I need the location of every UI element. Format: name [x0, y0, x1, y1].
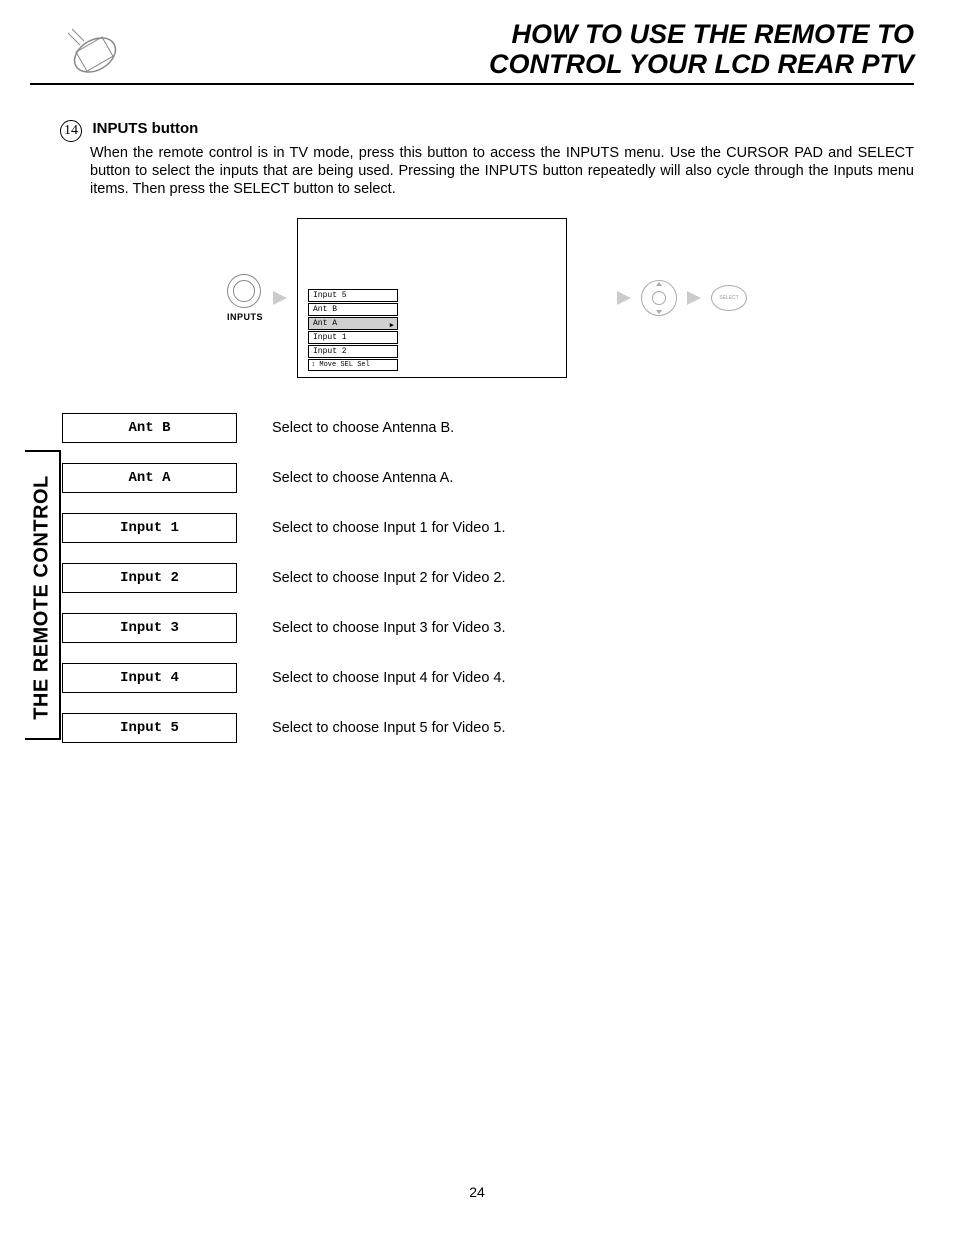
input-description: Select to choose Input 2 for Video 2.	[272, 570, 506, 586]
menu-item: Input 2	[308, 345, 398, 358]
input-description: Select to choose Input 4 for Video 4.	[272, 670, 506, 686]
section-tab-label: THE REMOTE CONTROL	[31, 458, 54, 738]
arrow-icon	[273, 291, 287, 305]
input-label-box: Input 1	[62, 513, 237, 543]
menu-item: Ant A▶	[308, 317, 398, 330]
input-description: Select to choose Input 1 for Video 1.	[272, 520, 506, 536]
inputs-button-label: INPUTS	[227, 312, 263, 322]
menu-item: Ant B	[308, 303, 398, 316]
table-row: Ant B Select to choose Antenna B.	[62, 413, 914, 443]
tv-screen: Input 5Ant BAnt A▶Input 1Input 2 ↕ Move …	[297, 218, 567, 378]
table-row: Input 2 Select to choose Input 2 for Vide…	[62, 563, 914, 593]
section-tab: THE REMOTE CONTROL	[25, 450, 61, 740]
section-body: When the remote control is in TV mode, p…	[90, 144, 914, 198]
input-description: Select to choose Input 5 for Video 5.	[272, 720, 506, 736]
section-title: INPUTS button	[92, 120, 198, 137]
select-button-icon: SELECT	[711, 285, 747, 311]
page-title-line1: HOW TO USE THE REMOTE TO	[489, 20, 914, 50]
page-title: HOW TO USE THE REMOTE TO CONTROL YOUR LC…	[489, 20, 914, 79]
input-description: Select to choose Input 3 for Video 3.	[272, 620, 506, 636]
table-row: Input 5 Select to choose Input 5 for Vide…	[62, 713, 914, 743]
input-description: Select to choose Antenna B.	[272, 420, 454, 436]
table-row: Input 3 Select to choose Input 3 for Vide…	[62, 613, 914, 643]
arrow-icon	[617, 291, 631, 305]
menu-item: Input 5	[308, 289, 398, 302]
input-label-box: Ant B	[62, 413, 237, 443]
input-label-box: Input 2	[62, 563, 237, 593]
inputs-table: Ant B Select to choose Antenna B. Ant A Sel…	[62, 413, 914, 743]
section-header: 14 INPUTS button	[60, 120, 914, 142]
table-row: Ant A Select to choose Antenna A.	[62, 463, 914, 493]
input-description: Select to choose Antenna A.	[272, 470, 453, 486]
diagram: INPUTS Input 5Ant BAnt A▶Input 1Input 2 …	[60, 218, 914, 378]
step-number: 14	[60, 120, 82, 142]
page-title-line2: CONTROL YOUR LCD REAR PTV	[489, 50, 914, 80]
input-label-box: Input 4	[62, 663, 237, 693]
table-row: Input 4 Select to choose Input 4 for Vide…	[62, 663, 914, 693]
input-label-box: Input 3	[62, 613, 237, 643]
table-row: Input 1 Select to choose Input 1 for Vide…	[62, 513, 914, 543]
brand-logo	[60, 25, 125, 80]
inputs-button-graphic: INPUTS	[227, 274, 263, 322]
arrow-icon	[687, 291, 701, 305]
input-label-box: Ant A	[62, 463, 237, 493]
menu-item: Input 1	[308, 331, 398, 344]
input-label-box: Input 5	[62, 713, 237, 743]
page-number: 24	[0, 1184, 954, 1200]
menu-footer: ↕ Move SEL Sel	[308, 359, 398, 371]
cursor-pad-icon	[641, 280, 677, 316]
inputs-button-icon	[227, 274, 261, 308]
